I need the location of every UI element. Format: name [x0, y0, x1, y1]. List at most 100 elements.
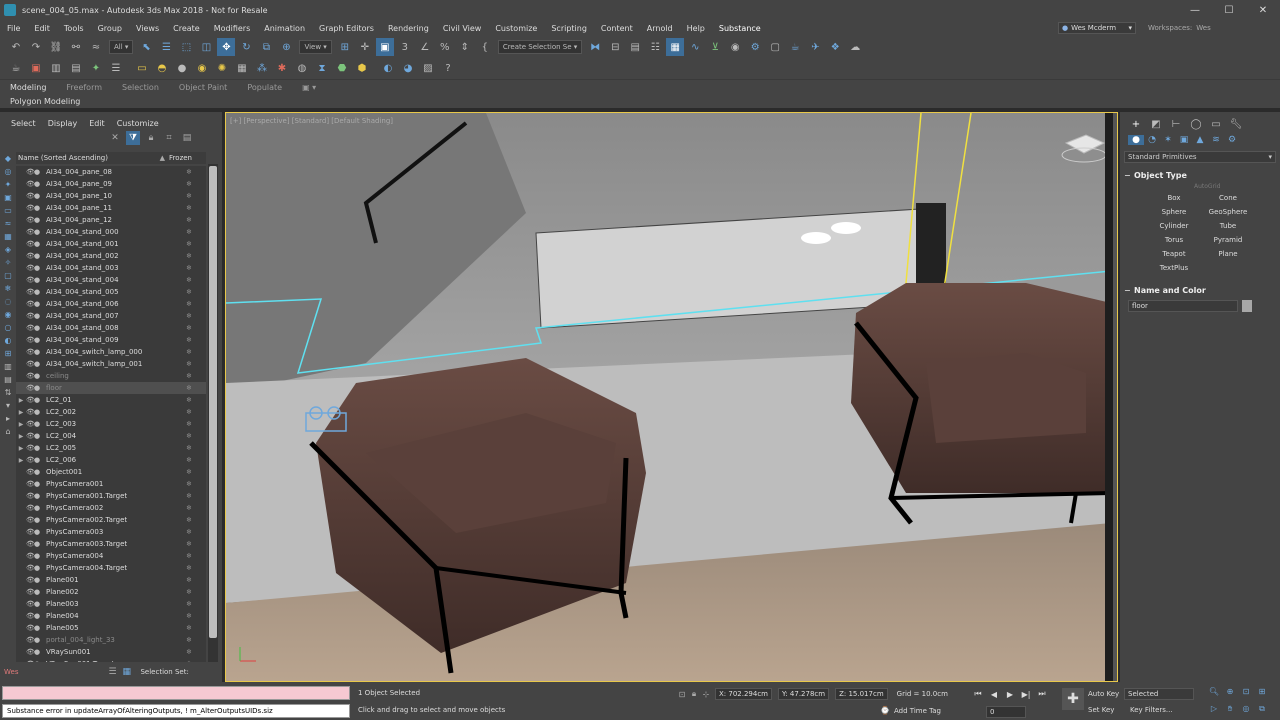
- user-account-dropdown[interactable]: ● Wes Mcderm ▾: [1058, 22, 1136, 34]
- clear-search-icon[interactable]: ✕: [108, 131, 122, 145]
- frozen-toggle-icon[interactable]: ❄: [186, 240, 192, 248]
- object-row[interactable]: 👁︎●VRaySun001.Target ❄: [16, 658, 206, 662]
- frozen-toggle-icon[interactable]: ❄: [186, 492, 192, 500]
- object-row[interactable]: 👁︎ ● Plane003 ❄: [16, 598, 206, 610]
- frozen-toggle-icon[interactable]: ❄: [186, 300, 192, 308]
- menu-help[interactable]: Help: [680, 24, 712, 33]
- tube-button[interactable]: Tube: [1202, 220, 1254, 232]
- object-row[interactable]: 👁︎ ● AI34_004_switch_lamp_001 ❄: [16, 358, 206, 370]
- visibility-toggle-icon[interactable]: 👁︎: [26, 252, 35, 260]
- frozen-toggle-icon[interactable]: ❄: [186, 372, 192, 380]
- display-hidden-icon[interactable]: ◌: [2, 296, 14, 308]
- visibility-toggle-icon[interactable]: 👁︎: [26, 192, 35, 200]
- bind-space-warp-icon[interactable]: ≈: [87, 38, 105, 56]
- textplus-button[interactable]: TextPlus: [1148, 262, 1200, 274]
- frozen-toggle-icon[interactable]: ❄: [186, 444, 192, 452]
- pivot-center-icon[interactable]: ⊞: [336, 38, 354, 56]
- display-all-icon[interactable]: ◉: [2, 309, 14, 321]
- maxscript-listener-input[interactable]: [2, 686, 350, 700]
- vray-dome-light-icon[interactable]: ◓: [153, 60, 171, 78]
- vray-physical-camera-icon[interactable]: ▦: [233, 60, 251, 78]
- frozen-toggle-icon[interactable]: ❄: [186, 432, 192, 440]
- visibility-toggle-icon[interactable]: 👁︎: [26, 456, 35, 464]
- select-and-place-icon[interactable]: ⊕: [277, 38, 295, 56]
- vray-lister-icon[interactable]: ☰: [107, 60, 125, 78]
- visibility-toggle-icon[interactable]: 👁︎: [26, 216, 35, 224]
- schematic-view-icon[interactable]: ⊻: [706, 38, 724, 56]
- time-slider-track[interactable]: [1105, 113, 1113, 681]
- expand-all-icon[interactable]: ▾: [2, 400, 14, 412]
- box-button[interactable]: Box: [1148, 192, 1200, 204]
- visibility-toggle-icon[interactable]: 👁︎: [26, 612, 35, 620]
- x-coordinate-field[interactable]: X: 702.294cm: [715, 688, 772, 700]
- geometry-category-icon[interactable]: ●: [1128, 135, 1144, 145]
- explorer-menu-edit[interactable]: Edit: [84, 119, 112, 128]
- object-row[interactable]: 👁︎ ● Plane004 ❄: [16, 610, 206, 622]
- expand-arrow-icon[interactable]: ▶: [16, 433, 26, 440]
- visibility-toggle-icon[interactable]: 👁︎: [26, 588, 35, 596]
- auto-key-button[interactable]: Auto Key: [1088, 690, 1124, 698]
- frame-buffer-icon[interactable]: ▥: [47, 60, 65, 78]
- snaps-toggle-icon[interactable]: 3: [396, 38, 414, 56]
- expand-arrow-icon[interactable]: ▶: [16, 421, 26, 428]
- display-bones-icon[interactable]: ✧: [2, 257, 14, 269]
- display-containers-icon[interactable]: ▢: [2, 270, 14, 282]
- object-row[interactable]: 👁︎ ● AI34_004_stand_009 ❄: [16, 334, 206, 346]
- zoom-icon[interactable]: 🔍︎: [1206, 687, 1222, 701]
- frozen-toggle-icon[interactable]: ❄: [186, 588, 192, 596]
- frozen-toggle-icon[interactable]: ❄: [186, 624, 192, 632]
- vray-instancer-icon[interactable]: ⬣: [333, 60, 351, 78]
- render-icon[interactable]: ▣: [27, 60, 45, 78]
- object-row[interactable]: 👁︎ ● ceiling ❄: [16, 370, 206, 382]
- object-row[interactable]: ▶ 👁︎ ● LC2_003 ❄: [16, 418, 206, 430]
- display-helpers-icon[interactable]: ▭: [2, 205, 14, 217]
- visibility-toggle-icon[interactable]: 👁︎: [26, 552, 35, 560]
- object-row[interactable]: 👁︎ ● Plane001 ❄: [16, 574, 206, 586]
- absolute-mode-icon[interactable]: ⊹: [700, 690, 712, 699]
- object-row[interactable]: 👁︎ ● AI34_004_pane_12 ❄: [16, 214, 206, 226]
- select-and-rotate-icon[interactable]: ↻: [237, 38, 255, 56]
- create-tab-icon[interactable]: +: [1126, 116, 1146, 132]
- visibility-toggle-icon[interactable]: 👁︎: [26, 624, 35, 632]
- object-row[interactable]: 👁︎ ● AI34_004_stand_000 ❄: [16, 226, 206, 238]
- object-row[interactable]: 👁︎ ● floor ❄: [16, 382, 206, 394]
- filter-icon[interactable]: ⧩: [126, 131, 140, 145]
- geosphere-button[interactable]: GeoSphere: [1202, 206, 1254, 218]
- column-name[interactable]: Name (Sorted Ascending): [18, 154, 160, 162]
- scene-explorer-icon[interactable]: ▤: [626, 38, 644, 56]
- perspective-viewport[interactable]: [+] [Perspective] [Standard] [Default Sh…: [225, 112, 1118, 682]
- frozen-toggle-icon[interactable]: ❄: [186, 552, 192, 560]
- visibility-toggle-icon[interactable]: 👁︎: [26, 180, 35, 188]
- window-crossing-icon[interactable]: ◫: [197, 38, 215, 56]
- display-space-warps-icon[interactable]: ≈: [2, 218, 14, 230]
- visibility-toggle-icon[interactable]: 👁︎: [26, 288, 35, 296]
- visibility-toggle-icon[interactable]: 👁︎: [26, 468, 35, 476]
- object-row[interactable]: 👁︎ ● AI34_004_switch_lamp_000 ❄: [16, 346, 206, 358]
- hierarchy-icon[interactable]: ⌗: [162, 131, 176, 145]
- render-setup-icon[interactable]: ⚙: [746, 38, 764, 56]
- cylinder-button[interactable]: Cylinder: [1148, 220, 1200, 232]
- plane-button[interactable]: Plane: [1202, 248, 1254, 260]
- zoom-extents-all-icon[interactable]: ⊞: [1254, 687, 1270, 701]
- object-row[interactable]: 👁︎ ● AI34_004_stand_003 ❄: [16, 262, 206, 274]
- vray-sun-icon[interactable]: ✺: [213, 60, 231, 78]
- selection-lock-icon[interactable]: 🔒︎: [688, 689, 700, 699]
- expand-arrow-icon[interactable]: ▶: [16, 409, 26, 416]
- object-row[interactable]: ▶ 👁︎ ● LC2_002 ❄: [16, 406, 206, 418]
- link-icon[interactable]: ⛓: [47, 38, 65, 56]
- frozen-toggle-icon[interactable]: ❄: [186, 276, 192, 284]
- frozen-toggle-icon[interactable]: ❄: [186, 360, 192, 368]
- explorer-name[interactable]: Wes: [4, 668, 18, 676]
- frozen-toggle-icon[interactable]: ❄: [186, 312, 192, 320]
- redo-icon[interactable]: ↷: [27, 38, 45, 56]
- keyboard-shortcut-override-icon[interactable]: ▣: [375, 38, 394, 56]
- pan-icon[interactable]: ✋︎: [1222, 704, 1238, 718]
- undo-icon[interactable]: ↶: [7, 38, 25, 56]
- select-children-icon[interactable]: ▥: [2, 361, 14, 373]
- display-invert-icon[interactable]: ◐: [2, 335, 14, 347]
- unlink-icon[interactable]: ⚯: [67, 38, 85, 56]
- zoom-all-icon[interactable]: ⊕: [1222, 687, 1238, 701]
- tag-icon[interactable]: ⌂: [2, 426, 14, 438]
- vray-sphere-fade-icon[interactable]: ◍: [293, 60, 311, 78]
- object-row[interactable]: 👁︎ ● Object001 ❄: [16, 466, 206, 478]
